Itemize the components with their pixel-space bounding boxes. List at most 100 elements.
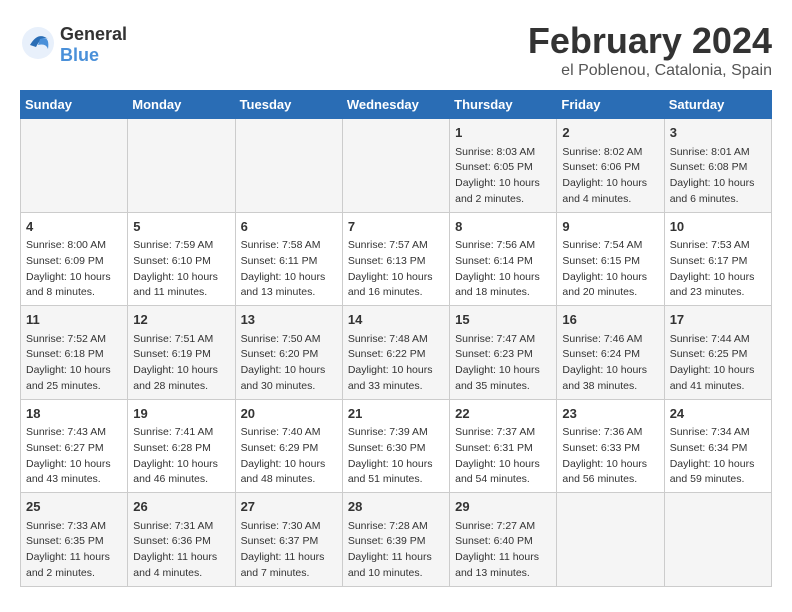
day-number: 24 [670, 404, 766, 424]
day-info: Sunrise: 7:37 AM [455, 425, 551, 441]
logo-graphic [20, 25, 56, 66]
day-info: and 48 minutes. [241, 472, 337, 488]
day-info: Sunset: 6:08 PM [670, 160, 766, 176]
day-info: Sunrise: 7:28 AM [348, 519, 444, 535]
day-number: 23 [562, 404, 658, 424]
day-header-monday: Monday [128, 91, 235, 119]
day-info: Daylight: 10 hours [26, 270, 122, 286]
calendar-cell: 19Sunrise: 7:41 AMSunset: 6:28 PMDayligh… [128, 399, 235, 493]
calendar-cell: 21Sunrise: 7:39 AMSunset: 6:30 PMDayligh… [342, 399, 449, 493]
day-info: and 25 minutes. [26, 379, 122, 395]
day-number: 20 [241, 404, 337, 424]
day-number: 28 [348, 497, 444, 517]
calendar-cell: 8Sunrise: 7:56 AMSunset: 6:14 PMDaylight… [450, 212, 557, 306]
day-info: and 33 minutes. [348, 379, 444, 395]
day-info: Sunrise: 8:03 AM [455, 145, 551, 161]
calendar-cell: 11Sunrise: 7:52 AMSunset: 6:18 PMDayligh… [21, 306, 128, 400]
day-info: Daylight: 10 hours [133, 363, 229, 379]
calendar-cell [664, 493, 771, 587]
day-number: 7 [348, 217, 444, 237]
week-row-4: 18Sunrise: 7:43 AMSunset: 6:27 PM Dayligh… [21, 399, 772, 493]
day-number: 15 [455, 310, 551, 330]
day-info: Sunrise: 7:57 AM [348, 238, 444, 254]
day-info: Sunset: 6:39 PM [348, 534, 444, 550]
day-info: and 43 minutes. [26, 472, 122, 488]
day-info: Sunrise: 7:30 AM [241, 519, 337, 535]
calendar-cell: 15Sunrise: 7:47 AMSunset: 6:23 PMDayligh… [450, 306, 557, 400]
day-info: Daylight: 10 hours [562, 363, 658, 379]
day-number: 5 [133, 217, 229, 237]
day-info: Daylight: 11 hours [348, 550, 444, 566]
calendar-cell: 3Sunrise: 8:01 AMSunset: 6:08 PMDaylight… [664, 119, 771, 213]
day-info: Sunset: 6:15 PM [562, 254, 658, 270]
day-number: 11 [26, 310, 122, 330]
day-header-sunday: Sunday [21, 91, 128, 119]
calendar-cell: 12Sunrise: 7:51 AMSunset: 6:19 PMDayligh… [128, 306, 235, 400]
day-info: Sunset: 6:29 PM [241, 441, 337, 457]
day-info: Daylight: 10 hours [455, 176, 551, 192]
day-info: Sunrise: 7:46 AM [562, 332, 658, 348]
calendar-cell: 16Sunrise: 7:46 AMSunset: 6:24 PMDayligh… [557, 306, 664, 400]
day-info: and 38 minutes. [562, 379, 658, 395]
logo-blue: Blue [60, 45, 99, 65]
day-info: Sunrise: 7:43 AM [26, 425, 122, 441]
day-number: 29 [455, 497, 551, 517]
day-info: Sunset: 6:33 PM [562, 441, 658, 457]
day-info: and 20 minutes. [562, 285, 658, 301]
day-number: 6 [241, 217, 337, 237]
day-info: Sunrise: 7:48 AM [348, 332, 444, 348]
week-row-3: 11Sunrise: 7:52 AMSunset: 6:18 PMDayligh… [21, 306, 772, 400]
day-info: and 8 minutes. [26, 285, 122, 301]
day-number: 13 [241, 310, 337, 330]
day-info: Sunrise: 7:36 AM [562, 425, 658, 441]
day-info: Daylight: 10 hours [455, 457, 551, 473]
day-info: Sunset: 6:28 PM [133, 441, 229, 457]
day-info: Daylight: 11 hours [133, 550, 229, 566]
day-info: Sunrise: 7:31 AM [133, 519, 229, 535]
day-number: 18 [26, 404, 122, 424]
day-info: and 4 minutes. [562, 192, 658, 208]
day-info: Sunrise: 7:59 AM [133, 238, 229, 254]
week-row-2: 4Sunrise: 8:00 AMSunset: 6:09 PMDaylight… [21, 212, 772, 306]
day-info: and 28 minutes. [133, 379, 229, 395]
day-number: 1 [455, 123, 551, 143]
day-info: Sunrise: 8:00 AM [26, 238, 122, 254]
day-header-saturday: Saturday [664, 91, 771, 119]
day-info: and 6 minutes. [670, 192, 766, 208]
day-info: Daylight: 10 hours [241, 457, 337, 473]
calendar-cell: 26Sunrise: 7:31 AMSunset: 6:36 PMDayligh… [128, 493, 235, 587]
calendar-cell: 23Sunrise: 7:36 AMSunset: 6:33 PMDayligh… [557, 399, 664, 493]
day-info: Sunrise: 7:50 AM [241, 332, 337, 348]
calendar-cell: 6Sunrise: 7:58 AMSunset: 6:11 PMDaylight… [235, 212, 342, 306]
day-info: Sunset: 6:19 PM [133, 347, 229, 363]
calendar-cell: 24Sunrise: 7:34 AMSunset: 6:34 PMDayligh… [664, 399, 771, 493]
logo-text: General Blue [60, 24, 127, 66]
day-info: and 23 minutes. [670, 285, 766, 301]
calendar-cell [235, 119, 342, 213]
day-number: 2 [562, 123, 658, 143]
day-info: Sunrise: 7:27 AM [455, 519, 551, 535]
day-info: and 18 minutes. [455, 285, 551, 301]
day-info: Daylight: 10 hours [670, 363, 766, 379]
week-row-5: 25Sunrise: 7:33 AMSunset: 6:35 PMDayligh… [21, 493, 772, 587]
day-header-thursday: Thursday [450, 91, 557, 119]
day-number: 12 [133, 310, 229, 330]
day-info: Sunrise: 8:02 AM [562, 145, 658, 161]
calendar-cell: 14Sunrise: 7:48 AMSunset: 6:22 PMDayligh… [342, 306, 449, 400]
day-info: Daylight: 10 hours [670, 176, 766, 192]
day-number: 8 [455, 217, 551, 237]
calendar-cell: 17Sunrise: 7:44 AMSunset: 6:25 PMDayligh… [664, 306, 771, 400]
logo: General Blue [20, 24, 127, 66]
day-number: 10 [670, 217, 766, 237]
calendar-cell: 7Sunrise: 7:57 AMSunset: 6:13 PMDaylight… [342, 212, 449, 306]
day-info: Sunrise: 7:58 AM [241, 238, 337, 254]
day-info: Daylight: 10 hours [562, 457, 658, 473]
day-info: Sunset: 6:27 PM [26, 441, 122, 457]
day-info: Sunrise: 7:53 AM [670, 238, 766, 254]
day-number: 21 [348, 404, 444, 424]
calendar-cell: 18Sunrise: 7:43 AMSunset: 6:27 PMDayligh… [21, 399, 128, 493]
day-info: Sunset: 6:06 PM [562, 160, 658, 176]
day-info: and 46 minutes. [133, 472, 229, 488]
calendar-cell: 4Sunrise: 8:00 AMSunset: 6:09 PMDaylight… [21, 212, 128, 306]
day-info: Sunset: 6:23 PM [455, 347, 551, 363]
